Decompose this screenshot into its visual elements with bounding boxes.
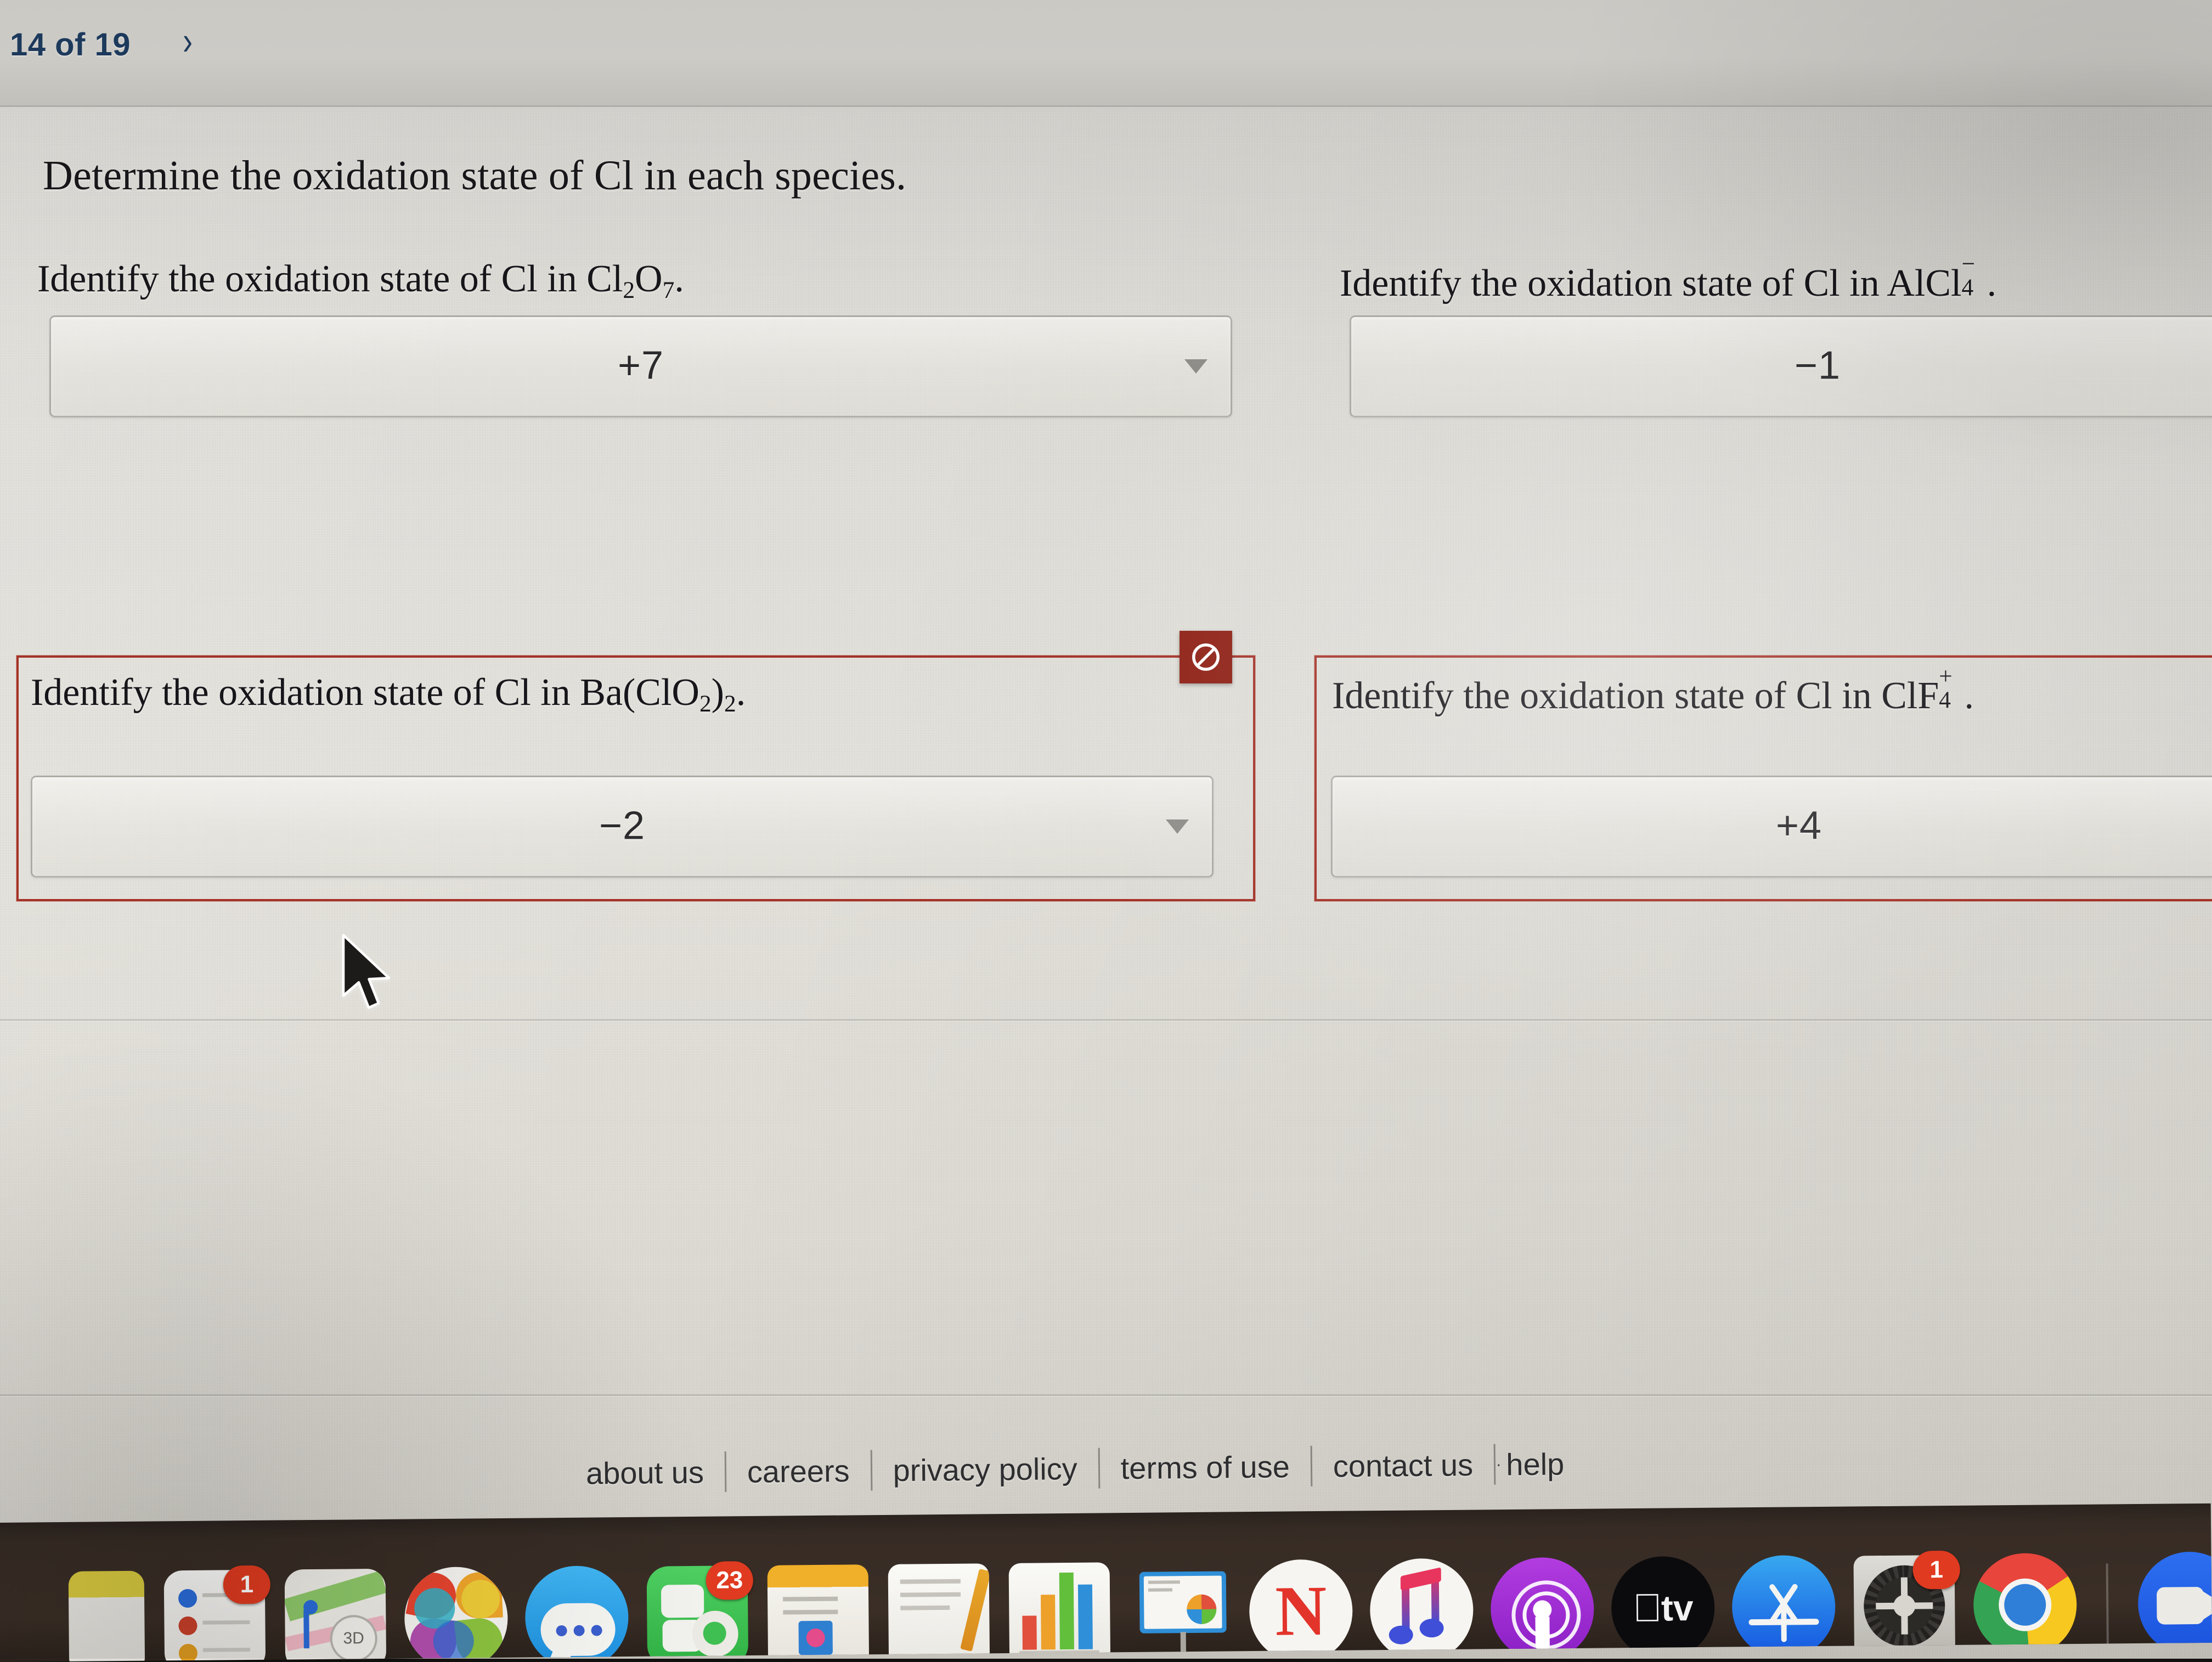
question-text-cl2o7: Identify the oxidation state of Cl in Cl…: [37, 257, 684, 304]
dock-item-facetime[interactable]: 23: [644, 1562, 752, 1662]
footer-link-help[interactable]: help: [1506, 1446, 1585, 1482]
question-panel-alcl4: Identify the oxidation state of Cl in Al…: [1328, 244, 2212, 409]
question-text-baclo2: Identify the oxidation state of Cl in Ba…: [31, 671, 746, 717]
answer-value-cl2o7: +7: [51, 343, 1231, 388]
dock-item-messages[interactable]: [523, 1563, 631, 1662]
chevron-down-icon[interactable]: [1166, 819, 1189, 834]
dock-item-photos[interactable]: [402, 1564, 511, 1662]
footer-link-terms-of-use[interactable]: terms of use: [1099, 1448, 1311, 1486]
page-indicator: 14 of 19: [10, 26, 131, 63]
chevron-down-icon[interactable]: [1184, 359, 1207, 374]
page-title: Determine the oxidation state of Cl in e…: [43, 152, 906, 200]
mouse-cursor-icon: [338, 932, 398, 1015]
dock-item-news[interactable]: N: [1246, 1557, 1355, 1662]
dock-item-podcasts[interactable]: [1488, 1555, 1596, 1662]
apple-tv-label: tv: [1661, 1587, 1694, 1629]
dock-badge-facetime: 23: [706, 1561, 754, 1600]
answer-select-cl2o7[interactable]: +7: [49, 315, 1232, 417]
answer-value-clf4: +4: [1333, 803, 2212, 848]
question-progress-bar: 14 of 19 ›: [0, 0, 2212, 107]
question-text-alcl4: Identify the oxidation state of Cl in Al…: [1340, 257, 1996, 306]
dock-badge-system-preferences: 1: [1912, 1551, 1960, 1590]
formula-cl2o7: Cl2O7: [586, 258, 674, 300]
formula-alcl4: AlCl−4: [1887, 262, 1987, 304]
footer-link-privacy-policy[interactable]: privacy policy: [872, 1450, 1098, 1488]
dock-item-keynote[interactable]: [1126, 1558, 1234, 1662]
assignment-content: Determine the oxidation state of Cl in e…: [0, 107, 2212, 1292]
question-label-prefix: Identify the oxidation state of Cl in: [1340, 262, 1887, 304]
dock-item-numbers[interactable]: [1005, 1559, 1114, 1662]
dock-item-reminders[interactable]: 1: [161, 1567, 269, 1662]
dock-separator: [2106, 1563, 2109, 1646]
dock-item-pages[interactable]: [885, 1560, 994, 1662]
content-divider-upper: [0, 1019, 2212, 1021]
question-panel-cl2o7: Identify the oxidation state of Cl in Cl…: [25, 244, 1250, 409]
dock-item-apple-tv[interactable]:  tv: [1609, 1554, 1717, 1662]
next-question-chevron-icon[interactable]: ›: [183, 19, 193, 64]
footer-link-careers[interactable]: careers: [726, 1452, 871, 1490]
footer-link-contact-us[interactable]: contact us: [1312, 1446, 1494, 1484]
formula-baclo2: Ba(ClO2)2: [580, 671, 736, 714]
footer-nav: about us careers privacy policy terms of…: [565, 1443, 1585, 1494]
answer-value-baclo2: −2: [32, 803, 1212, 848]
dock-item-maps[interactable]: 3D: [281, 1565, 390, 1662]
macos-dock: 1 3D: [0, 1503, 2212, 1662]
dock-item-system-preferences[interactable]: 1: [1850, 1552, 1959, 1660]
dock-item-app-store[interactable]: [1729, 1553, 1838, 1661]
question-label-prefix: Identify the oxidation state of Cl in: [31, 671, 580, 714]
incorrect-no-entry-icon-baclo2: [1180, 631, 1232, 683]
help-bullet-icon: ·: [1496, 1454, 1506, 1475]
question-text-clf4: Identify the oxidation state of Cl in Cl…: [1332, 670, 1974, 718]
answer-select-alcl4[interactable]: −1: [1350, 315, 2212, 417]
answer-value-alcl4: −1: [1351, 343, 2212, 388]
dock-item-zoom[interactable]: [2135, 1549, 2211, 1658]
footer-link-about-us[interactable]: about us: [565, 1454, 725, 1491]
dock-badge-reminders: 1: [223, 1565, 271, 1604]
laptop-screen: 14 of 19 › Determine the oxidation state…: [0, 0, 2212, 1659]
question-label-prefix: Identify the oxidation state of Cl in: [1332, 675, 1881, 717]
question-panel-clf4: Identify the oxidation state of Cl in Cl…: [1314, 655, 2212, 901]
formula-clf4: ClF+4: [1881, 675, 1964, 717]
answer-select-clf4[interactable]: +4: [1331, 776, 2212, 878]
dock-item-music[interactable]: [1367, 1556, 1476, 1662]
answer-select-baclo2[interactable]: −2: [31, 776, 1214, 878]
dock-item-keynote-yellow[interactable]: [764, 1561, 873, 1662]
dock-item-google-chrome[interactable]: [1971, 1551, 2079, 1659]
question-label-prefix: Identify the oxidation state of Cl in: [37, 258, 586, 300]
question-panel-baclo2: Identify the oxidation state of Cl in Ba…: [16, 655, 1255, 901]
content-divider-lower: [0, 1394, 2212, 1396]
dock-item-finder[interactable]: [65, 1568, 149, 1662]
